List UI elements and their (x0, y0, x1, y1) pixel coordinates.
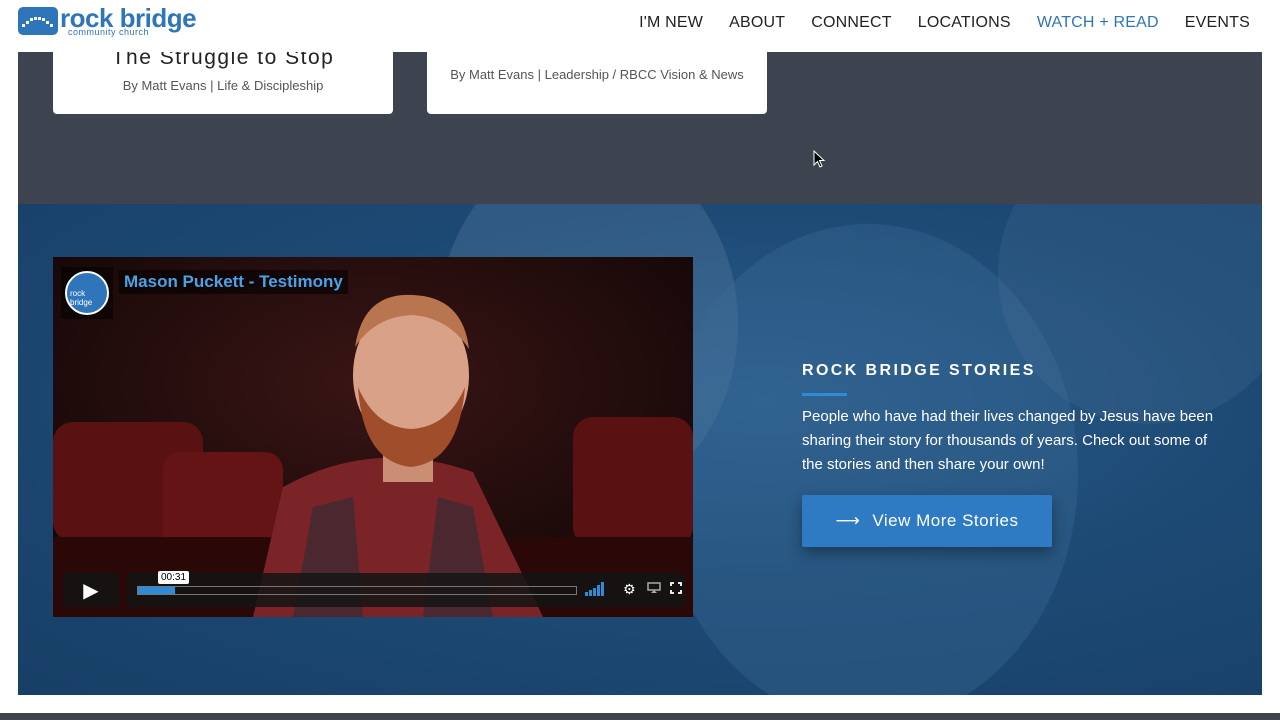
play-button[interactable]: ▶ (63, 573, 119, 607)
blog-card-meta: By Matt Evans | Leadership / RBCC Vision… (450, 67, 744, 82)
nav-about[interactable]: ABOUT (729, 14, 785, 32)
page-margin-left (0, 52, 18, 695)
nav-im-new[interactable]: I'M NEW (639, 14, 703, 32)
arrow-right-icon: ⟶ (835, 511, 861, 530)
button-label: View More Stories (872, 511, 1019, 530)
site-header: rock bridge community church I'M NEW ABO… (0, 0, 1280, 52)
nav-events[interactable]: EVENTS (1185, 14, 1250, 32)
heading-divider (802, 393, 847, 396)
fullscreen-icon[interactable] (670, 581, 682, 597)
airplay-icon[interactable] (647, 581, 661, 597)
site-logo[interactable]: rock bridge community church (18, 5, 197, 39)
progress-bar[interactable] (137, 586, 577, 595)
stories-heading: ROCK BRIDGE STORIES (802, 362, 1036, 379)
blog-section: The Struggle to Stop By Matt Evans | Lif… (18, 46, 1262, 204)
volume-icon[interactable] (585, 582, 607, 599)
blog-card[interactable]: The Struggle to Stop By Matt Evans | Lif… (53, 46, 393, 114)
footer-edge (0, 713, 1280, 720)
rock-bridge-logo-icon: rock bridge (65, 271, 109, 315)
video-title[interactable]: Mason Puckett - Testimony (119, 270, 348, 294)
blog-card-meta: By Matt Evans | Life & Discipleship (122, 78, 324, 93)
nav-connect[interactable]: CONNECT (811, 14, 892, 32)
stories-section: rock bridge Mason Puckett - Testimony ▶ … (18, 204, 1262, 695)
nav-locations[interactable]: LOCATIONS (918, 14, 1011, 32)
nav-watch-read[interactable]: WATCH + READ (1037, 14, 1159, 32)
stories-description: People who have had their lives changed … (802, 408, 1214, 473)
channel-label: rock bridge (70, 289, 93, 307)
progress-fill (138, 587, 176, 594)
blog-card[interactable]: By Matt Evans | Leadership / RBCC Vision… (427, 52, 767, 114)
logo-bridge-icon (18, 7, 58, 35)
play-icon: ▶ (83, 579, 99, 602)
page-margin-right (1262, 52, 1280, 695)
control-bar: ⚙ (127, 573, 685, 607)
video-player[interactable]: rock bridge Mason Puckett - Testimony ▶ … (53, 257, 693, 617)
gear-icon[interactable]: ⚙ (623, 581, 636, 598)
video-header: rock bridge Mason Puckett - Testimony (61, 267, 348, 319)
time-tooltip: 00:31 (158, 571, 190, 584)
main-nav: I'M NEW ABOUT CONNECT LOCATIONS WATCH + … (613, 14, 1250, 32)
channel-avatar[interactable]: rock bridge (61, 267, 113, 319)
video-controls: ▶ ⚙ (61, 573, 685, 607)
view-more-stories-button[interactable]: ⟶ View More Stories (802, 495, 1052, 547)
mouse-cursor-icon (813, 149, 827, 175)
